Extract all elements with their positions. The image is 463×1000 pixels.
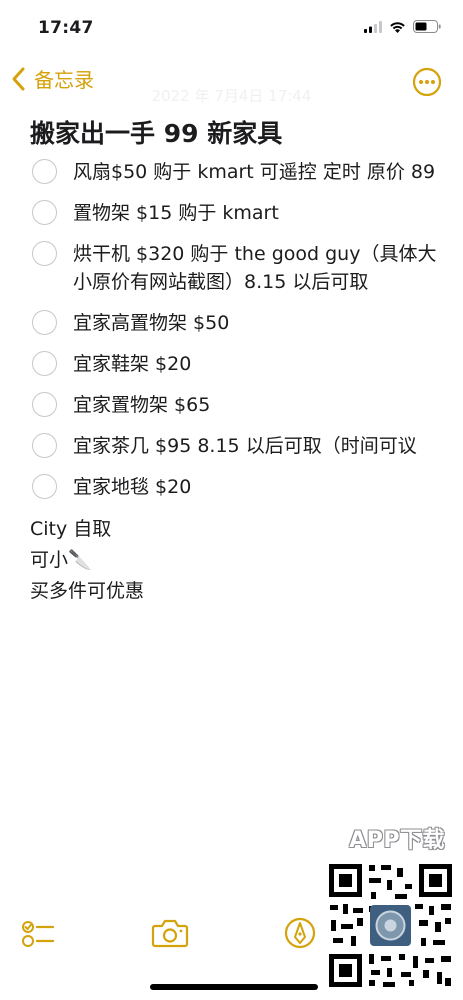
checklist-icon [22, 921, 55, 947]
knife-emoji: 🔪 [68, 549, 92, 571]
checklist-item[interactable]: 宜家鞋架 $20 [30, 350, 440, 378]
checklist-item[interactable]: 宜家地毯 $20 [30, 473, 440, 501]
status-time: 17:47 [38, 18, 94, 38]
checklist-button[interactable] [20, 916, 56, 956]
chevron-left-icon [12, 67, 25, 90]
back-button[interactable]: 备忘录 [8, 64, 94, 93]
home-indicator [150, 984, 318, 990]
ellipsis-circle-icon [412, 67, 442, 97]
checklist-item-text[interactable]: 宜家高置物架 $50 [73, 312, 229, 334]
note-line-pickup[interactable]: City 自取 [30, 514, 440, 545]
checklist-item-text[interactable]: 宜家茶几 $95 8.15 以后可取（时间可议 [73, 435, 417, 457]
checkbox-circle[interactable] [32, 241, 57, 266]
note-line-negotiable[interactable]: 可小🔪 [30, 545, 440, 576]
checkbox-circle[interactable] [32, 200, 57, 225]
note-title[interactable]: 搬家出一手 99 新家具 [30, 118, 440, 150]
checklist-item-text[interactable]: 风扇$50 购于 kmart 可遥控 定时 原价 89 [73, 161, 435, 183]
checklist-item[interactable]: 宜家置物架 $65 [30, 391, 440, 419]
checklist: 风扇$50 购于 kmart 可遥控 定时 原价 89 置物架 $15 购于 k… [30, 158, 440, 501]
note-line-discount[interactable]: 买多件可优惠 [30, 576, 440, 607]
checklist-item-text[interactable]: 宜家地毯 $20 [73, 476, 191, 498]
checklist-item[interactable]: 宜家茶几 $95 8.15 以后可取（时间可议 [30, 432, 440, 460]
checkbox-circle[interactable] [32, 433, 57, 458]
more-button[interactable] [412, 67, 442, 97]
checklist-item[interactable]: 置物架 $15 购于 kmart [30, 199, 440, 227]
checkbox-circle[interactable] [32, 474, 57, 499]
navigation-bar: 2022 年 7月4日 17:44 备忘录 [0, 58, 463, 105]
battery-icon [413, 20, 441, 33]
cellular-signal-icon [364, 20, 382, 33]
checkbox-circle[interactable] [32, 159, 57, 184]
app-download-watermark: APP下载 [349, 828, 445, 853]
note-line-negotiable-text[interactable]: 可小 [30, 549, 68, 571]
markup-button[interactable] [283, 916, 317, 954]
checklist-item[interactable]: 宜家高置物架 $50 [30, 309, 440, 337]
checklist-item-text[interactable]: 宜家鞋架 $20 [73, 353, 191, 375]
camera-button[interactable] [151, 916, 189, 954]
checklist-item-text[interactable]: 宜家置物架 $65 [73, 394, 210, 416]
camera-icon [151, 919, 189, 948]
wifi-icon [390, 21, 405, 33]
checkbox-circle[interactable] [32, 310, 57, 335]
checklist-item-text[interactable]: 置物架 $15 购于 kmart [73, 202, 279, 224]
pen-circle-icon [284, 917, 316, 949]
back-button-label: 备忘录 [34, 68, 94, 92]
checkbox-circle[interactable] [32, 351, 57, 376]
status-bar: 17:47 [0, 0, 463, 58]
status-icons [364, 20, 441, 33]
checklist-item[interactable]: 风扇$50 购于 kmart 可遥控 定时 原价 89 [30, 158, 440, 186]
checklist-item[interactable]: 烘干机 $320 购于 the good guy（具体大小原价有网站截图）8.1… [30, 240, 440, 296]
qr-code-image [325, 860, 456, 991]
checklist-item-text[interactable]: 烘干机 $320 购于 the good guy（具体大小原价有网站截图）8.1… [73, 243, 436, 293]
note-body[interactable]: 搬家出一手 99 新家具 风扇$50 购于 kmart 可遥控 定时 原价 89… [30, 118, 440, 607]
checkbox-circle[interactable] [32, 392, 57, 417]
